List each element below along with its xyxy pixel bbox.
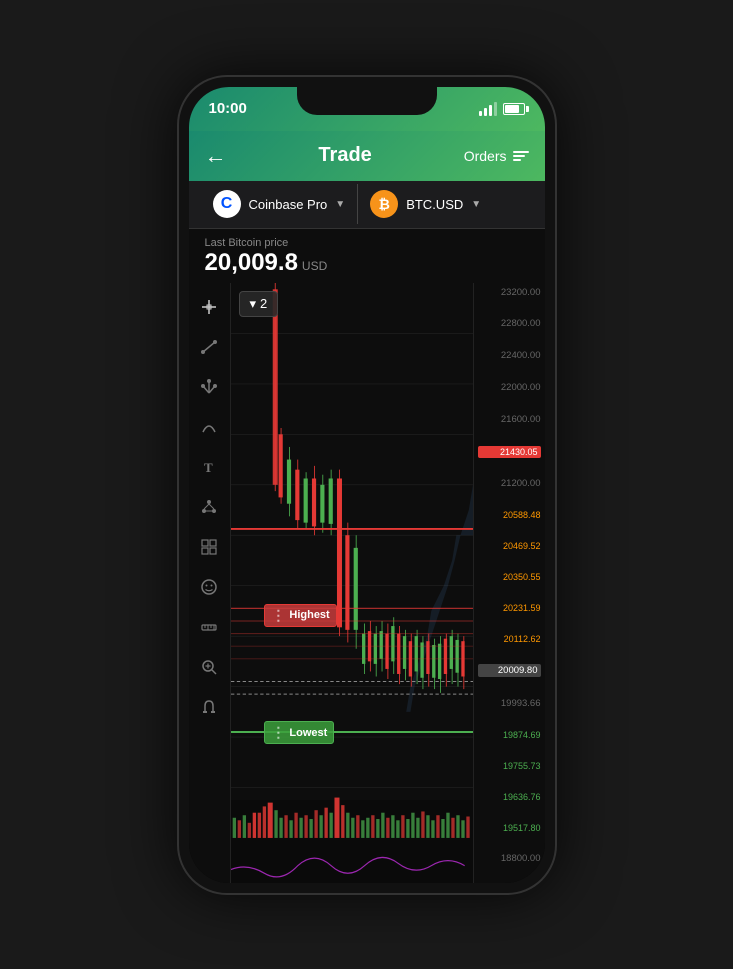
price-tick-22000: 22000.00 <box>478 382 541 393</box>
chart-canvas[interactable]: ▾ 2 <box>231 283 473 883</box>
price-tick-20112: 20112.62 <box>478 634 541 644</box>
timeframe-badge[interactable]: ▾ 2 <box>239 291 279 317</box>
grid-tool[interactable] <box>193 531 225 563</box>
coinbase-logo: C <box>213 190 241 218</box>
text-tool[interactable]: T <box>193 451 225 483</box>
ruler-tool[interactable] <box>193 611 225 643</box>
bitcoin-logo: ₿ <box>370 190 398 218</box>
app-body: Last Bitcoin price 20,009.8 USD <box>189 229 545 883</box>
lowest-label[interactable]: Lowest <box>264 721 334 744</box>
price-tick-20588: 20588.48 <box>478 510 541 520</box>
price-tick-21600: 21600.00 <box>478 414 541 425</box>
phone-frame: 10:00 ← Trade Orders <box>177 75 557 895</box>
price-tick-19874: 19874.69 <box>478 730 541 740</box>
price-scale: 23200.00 22800.00 22400.00 22000.00 2160… <box>473 283 545 883</box>
orders-icon <box>513 151 529 161</box>
status-time: 10:00 <box>209 100 247 117</box>
timeframe-value: 2 <box>260 296 267 311</box>
price-currency: USD <box>302 259 327 273</box>
price-tick-20231: 20231.59 <box>478 603 541 613</box>
price-tick-22800: 22800.00 <box>478 318 541 329</box>
nodes-tool[interactable] <box>193 491 225 523</box>
exchange-selector[interactable]: C Coinbase Pro ▼ <box>201 184 359 224</box>
status-icons <box>479 102 525 116</box>
orders-button[interactable]: Orders <box>464 148 529 164</box>
crosshair-tool[interactable] <box>193 291 225 323</box>
chart-area: T <box>189 283 545 883</box>
price-tick-19755: 19755.73 <box>478 761 541 771</box>
chart-svg <box>231 283 473 883</box>
timeframe-arrow: ▾ <box>250 296 257 312</box>
price-tick-23200: 23200.00 <box>478 287 541 298</box>
price-label: Last Bitcoin price <box>205 237 529 249</box>
emoji-tool[interactable] <box>193 571 225 603</box>
signal-icon <box>479 102 497 116</box>
price-tick-19517: 19517.80 <box>478 823 541 833</box>
exchange-bar: C Coinbase Pro ▼ ₿ BTC.USD ▼ <box>189 181 545 229</box>
price-tick-21200: 21200.00 <box>478 478 541 489</box>
pair-arrow: ▼ <box>471 199 481 210</box>
price-tick-19636: 19636.76 <box>478 792 541 802</box>
pair-selector[interactable]: ₿ BTC.USD ▼ <box>358 184 493 224</box>
notch <box>297 87 437 115</box>
zoom-tool[interactable] <box>193 651 225 683</box>
magnet-tool[interactable] <box>193 691 225 723</box>
price-main: 20,009.8 <box>205 249 298 277</box>
price-tick-20350: 20350.55 <box>478 572 541 582</box>
highest-label[interactable]: Highest <box>264 604 336 627</box>
back-button[interactable]: ← <box>205 143 227 169</box>
price-tick-current: 20009.80 <box>478 664 541 677</box>
exchange-name: Coinbase Pro <box>249 197 328 212</box>
price-tick-22400: 22400.00 <box>478 350 541 361</box>
tool-sidebar: T <box>189 283 231 883</box>
price-tick-20469: 20469.52 <box>478 541 541 551</box>
price-tick-18800: 18800.00 <box>478 853 541 864</box>
highest-label-text: Highest <box>289 609 329 621</box>
line-tool[interactable] <box>193 331 225 363</box>
svg-text:T: T <box>204 460 213 475</box>
curve-tool[interactable] <box>193 411 225 443</box>
price-tick-current-line: 21430.05 <box>478 446 541 458</box>
exchange-arrow: ▼ <box>335 199 345 210</box>
header: ← Trade Orders <box>189 131 545 181</box>
pair-name: BTC.USD <box>406 197 463 212</box>
price-header: Last Bitcoin price 20,009.8 USD <box>189 229 545 283</box>
price-tick-19993: 19993.66 <box>478 698 541 709</box>
battery-icon <box>503 103 525 115</box>
page-title: Trade <box>318 144 371 167</box>
price-value: 20,009.8 USD <box>205 249 529 277</box>
phone-screen: 10:00 ← Trade Orders <box>189 87 545 883</box>
lowest-label-text: Lowest <box>289 727 327 739</box>
fork-tool[interactable] <box>193 371 225 403</box>
